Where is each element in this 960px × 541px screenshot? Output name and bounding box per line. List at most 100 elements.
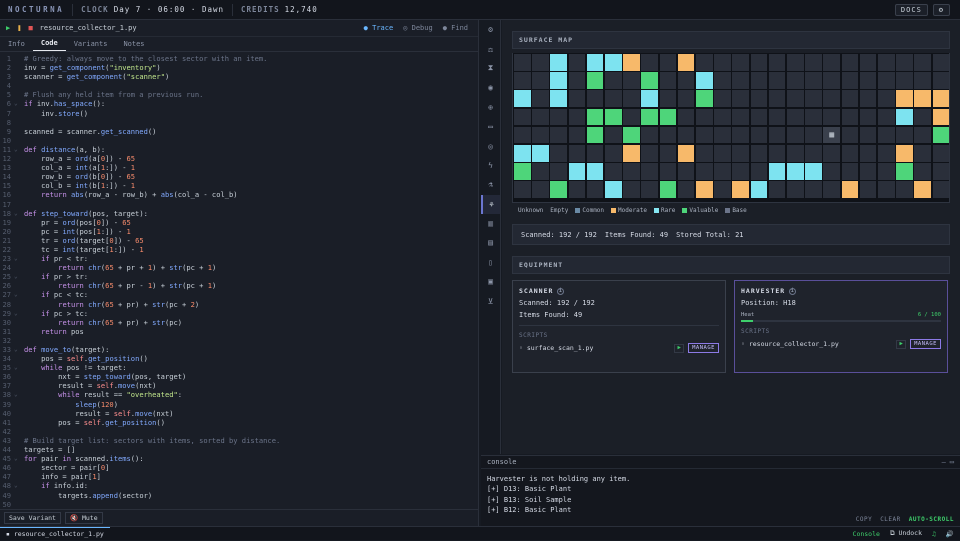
map-cell[interactable] bbox=[841, 145, 859, 162]
code-line[interactable]: 49 targets.append(sector) bbox=[0, 491, 478, 500]
map-cell[interactable] bbox=[641, 126, 658, 144]
fold-chevron-icon[interactable]: ⌄ bbox=[14, 363, 24, 372]
map-cell[interactable] bbox=[841, 181, 859, 198]
map-cell[interactable] bbox=[659, 126, 677, 144]
map-cell[interactable] bbox=[714, 181, 731, 198]
map-cell[interactable] bbox=[823, 145, 840, 162]
map-cell[interactable] bbox=[568, 126, 586, 144]
map-cell[interactable] bbox=[823, 181, 840, 198]
code-line[interactable]: 38 ⌄ while result == "overheated": bbox=[0, 390, 478, 399]
code-line[interactable]: 7 inv.store() bbox=[0, 109, 478, 118]
map-cell[interactable] bbox=[696, 126, 713, 144]
map-cell[interactable] bbox=[696, 163, 713, 180]
code-line[interactable]: 22 tc = int(target[1:]) - 1 bbox=[0, 245, 478, 254]
map-cell[interactable] bbox=[787, 145, 804, 162]
fold-chevron-icon[interactable]: ⌄ bbox=[14, 390, 24, 399]
map-cell[interactable] bbox=[841, 163, 859, 180]
map-cell[interactable] bbox=[859, 181, 877, 198]
map-cell[interactable] bbox=[623, 54, 640, 71]
minimize-icon[interactable]: — bbox=[942, 458, 946, 466]
fold-chevron-icon[interactable]: ⌄ bbox=[14, 99, 24, 108]
code-line[interactable]: 4 bbox=[0, 81, 478, 90]
map-cell[interactable] bbox=[532, 126, 549, 144]
map-cell[interactable] bbox=[514, 108, 531, 126]
flask-icon[interactable]: ⚗ bbox=[481, 175, 500, 194]
map-cell[interactable] bbox=[641, 181, 658, 198]
map-cell[interactable] bbox=[805, 90, 822, 107]
map-cell[interactable] bbox=[605, 163, 622, 180]
map-cell[interactable] bbox=[659, 181, 677, 198]
map-cell[interactable] bbox=[787, 163, 804, 180]
map-cell[interactable] bbox=[568, 181, 586, 198]
map-cell[interactable] bbox=[859, 90, 877, 107]
code-line[interactable]: 12 row_a = ord(a[0]) - 65 bbox=[0, 154, 478, 163]
code-line[interactable]: 48 ⌄ if info.id: bbox=[0, 481, 478, 490]
code-line[interactable]: 29 ⌄ if pc > tc: bbox=[0, 309, 478, 318]
map-cell[interactable] bbox=[623, 163, 640, 180]
autoscroll-toggle[interactable]: AUTO-SCROLL bbox=[909, 516, 954, 523]
code-line[interactable]: 42 bbox=[0, 427, 478, 436]
map-cell[interactable] bbox=[841, 108, 859, 126]
map-cell[interactable] bbox=[586, 90, 604, 107]
map-cell[interactable] bbox=[823, 90, 840, 107]
map-cell[interactable] bbox=[568, 145, 586, 162]
map-cell[interactable] bbox=[859, 108, 877, 126]
map-cell[interactable] bbox=[732, 163, 749, 180]
map-cell[interactable] bbox=[714, 126, 731, 144]
code-line[interactable]: 46 sector = pair[0] bbox=[0, 463, 478, 472]
map-cell[interactable] bbox=[605, 126, 622, 144]
code-line[interactable]: 11 ⌄ def distance(a, b): bbox=[0, 145, 478, 154]
fold-chevron-icon[interactable]: ⌄ bbox=[14, 481, 24, 490]
code-line[interactable]: 35 ⌄ while pos != target: bbox=[0, 363, 478, 372]
map-cell[interactable] bbox=[532, 145, 549, 162]
map-cell[interactable] bbox=[514, 126, 531, 144]
code-line[interactable]: 10 bbox=[0, 136, 478, 145]
map-cell[interactable] bbox=[568, 54, 586, 71]
code-line[interactable]: 2 inv = get_component("inventory") bbox=[0, 63, 478, 72]
map-cell[interactable] bbox=[823, 163, 840, 180]
map-cell[interactable] bbox=[878, 163, 895, 180]
map-cell[interactable] bbox=[787, 90, 804, 107]
scale-icon[interactable]: ⚖ bbox=[481, 39, 500, 58]
map-cell[interactable] bbox=[878, 181, 895, 198]
map-cell[interactable] bbox=[714, 108, 731, 126]
fold-chevron-icon[interactable]: ⌄ bbox=[14, 290, 24, 299]
map-cell[interactable] bbox=[859, 72, 877, 89]
code-line[interactable]: 24 return chr(65 + pr + 1) + str(pc + 1) bbox=[0, 263, 478, 272]
map-cell[interactable] bbox=[532, 90, 549, 107]
fold-chevron-icon[interactable]: ⌄ bbox=[14, 145, 24, 154]
map-cell[interactable] bbox=[823, 54, 840, 71]
map-cell[interactable] bbox=[896, 145, 913, 162]
map-cell[interactable] bbox=[677, 90, 695, 107]
code-line[interactable]: 39 sleep(120) bbox=[0, 400, 478, 409]
copy-button[interactable]: COPY bbox=[856, 516, 872, 523]
map-cell[interactable] bbox=[768, 145, 786, 162]
map-cell[interactable] bbox=[514, 163, 531, 180]
map-cell[interactable] bbox=[568, 108, 586, 126]
map-cell[interactable] bbox=[787, 108, 804, 126]
map-cell[interactable] bbox=[532, 54, 549, 71]
code-line[interactable]: 5 # Flush any held item from a previous r… bbox=[0, 90, 478, 99]
map-cell[interactable] bbox=[787, 72, 804, 89]
map-cell[interactable] bbox=[768, 126, 786, 144]
map-cell[interactable] bbox=[914, 126, 931, 144]
map-cell[interactable] bbox=[732, 72, 749, 89]
map-cell[interactable] bbox=[896, 90, 913, 107]
info-icon[interactable]: i bbox=[557, 287, 565, 295]
map-cell[interactable] bbox=[932, 90, 950, 107]
map-cell[interactable] bbox=[623, 181, 640, 198]
code-line[interactable]: 14 row_b = ord(b[0]) - 65 bbox=[0, 172, 478, 181]
code-line[interactable]: 30 return chr(65 + pr) + str(pc) bbox=[0, 318, 478, 327]
map-cell[interactable] bbox=[550, 163, 567, 180]
map-cell[interactable] bbox=[768, 54, 786, 71]
map-cell[interactable] bbox=[841, 72, 859, 89]
map-cell[interactable] bbox=[732, 54, 749, 71]
map-cell[interactable] bbox=[732, 145, 749, 162]
status-file-tab[interactable]: ▪ resource_collector_1.py bbox=[0, 526, 110, 541]
map-cell[interactable] bbox=[878, 145, 895, 162]
undock-button[interactable]: ⧉ Undock bbox=[890, 529, 922, 538]
map-cell[interactable] bbox=[878, 126, 895, 144]
map-cell[interactable] bbox=[641, 54, 658, 71]
code-line[interactable]: 41 pos = self.get_position() bbox=[0, 418, 478, 427]
map-cell[interactable] bbox=[586, 163, 604, 180]
